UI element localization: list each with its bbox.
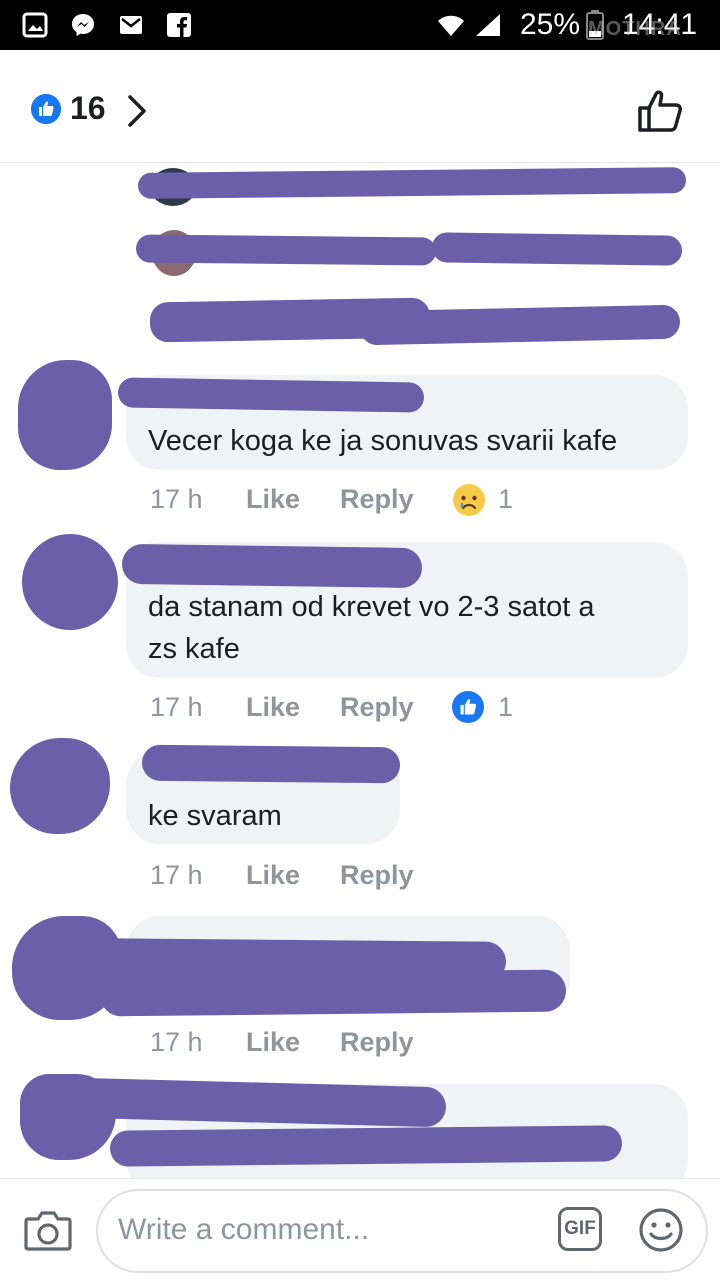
like-reaction-icon: [31, 94, 61, 124]
messenger-icon: [72, 14, 94, 36]
reply-link[interactable]: Reply: [340, 692, 414, 723]
avatar[interactable]: [10, 738, 110, 834]
comment-time: 17 h: [150, 1027, 203, 1057]
emoji-icon[interactable]: [638, 1207, 684, 1253]
redaction-scribble: [109, 1125, 623, 1167]
reply-link[interactable]: Reply: [340, 484, 414, 515]
like-count: 16: [70, 90, 106, 126]
redaction-scribble: [431, 232, 683, 266]
signal-icon: [476, 14, 500, 36]
comment-composer: Write a comment... GIF: [0, 1178, 720, 1280]
battery-percent: 25%: [520, 8, 581, 41]
redaction-scribble: [359, 304, 681, 346]
chevron-right-icon: [128, 95, 146, 127]
comment-time: 17 h: [150, 484, 203, 514]
like-link[interactable]: Like: [246, 860, 300, 891]
redaction-scribble: [135, 234, 437, 266]
gif-button[interactable]: GIF: [558, 1207, 602, 1251]
avatar[interactable]: [22, 534, 118, 630]
redaction-scribble: [121, 543, 423, 589]
gallery-icon: [22, 12, 48, 38]
watermark: MOTHRA: [588, 18, 682, 40]
mail-icon: [120, 16, 142, 34]
reactions-header: 16: [0, 50, 720, 163]
like-link[interactable]: Like: [246, 692, 300, 723]
gif-label: GIF: [564, 1218, 596, 1239]
redaction-scribble: [117, 377, 425, 413]
comment-text-line: zs kafe: [148, 633, 240, 665]
like-reaction-icon[interactable]: [452, 691, 484, 723]
like-link[interactable]: Like: [246, 1027, 300, 1058]
status-bar: 25% 14:41 MOTHRA: [0, 0, 720, 50]
redaction-scribble: [99, 969, 567, 1017]
avatar[interactable]: [18, 360, 112, 470]
comments-sheet: 16 Vecer koga ke ja sonuvas svarii kafe …: [0, 50, 720, 1280]
sad-reaction-icon[interactable]: [452, 483, 486, 517]
comment-input-placeholder: Write a comment...: [118, 1213, 370, 1246]
redaction-scribble: [137, 167, 687, 199]
comment-text: ke svaram: [148, 800, 282, 832]
wifi-icon: [438, 15, 464, 36]
facebook-icon: [167, 13, 191, 37]
comment-text-line: da stanam od krevet vo 2-3 satot a: [148, 591, 595, 623]
reaction-count: 1: [498, 484, 514, 514]
reply-link[interactable]: Reply: [340, 1027, 414, 1058]
reaction-count: 1: [498, 692, 514, 722]
comment-input[interactable]: Write a comment... GIF: [96, 1189, 708, 1273]
comment-time: 17 h: [150, 692, 203, 722]
reply-link[interactable]: Reply: [340, 860, 414, 891]
camera-icon[interactable]: [24, 1209, 72, 1251]
comment-text: Vecer koga ke ja sonuvas svarii kafe: [148, 425, 618, 457]
comment-time: 17 h: [150, 860, 203, 890]
like-button-icon[interactable]: [636, 88, 684, 134]
redaction-scribble: [141, 744, 401, 784]
like-link[interactable]: Like: [246, 484, 300, 515]
